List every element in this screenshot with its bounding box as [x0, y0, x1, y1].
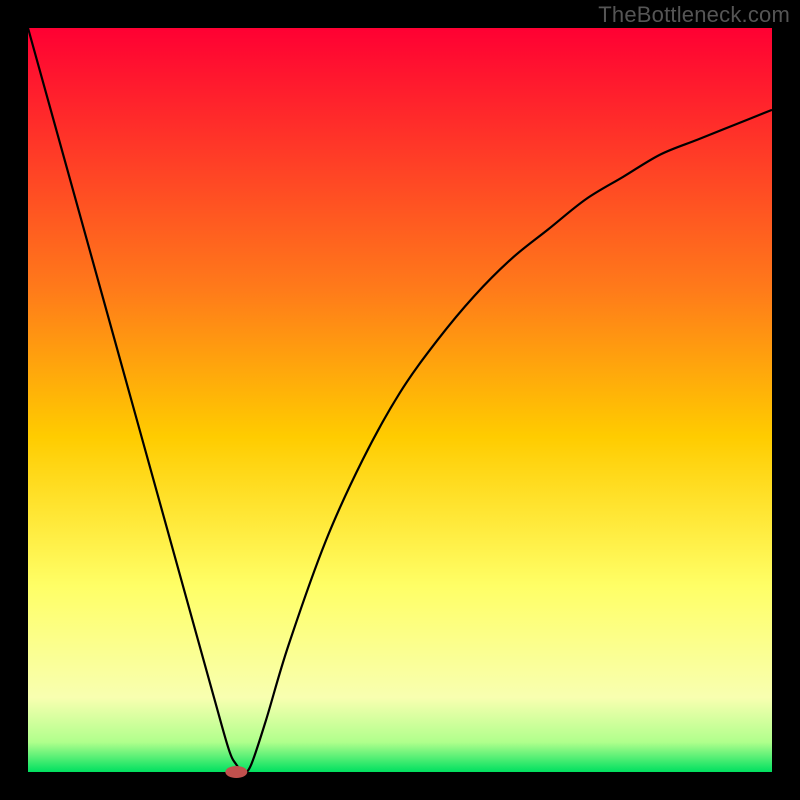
chart-frame: TheBottleneck.com — [0, 0, 800, 800]
bottleneck-chart — [0, 0, 800, 800]
optimal-point-marker — [225, 766, 247, 778]
plot-background — [28, 28, 772, 772]
watermark-text: TheBottleneck.com — [598, 2, 790, 28]
